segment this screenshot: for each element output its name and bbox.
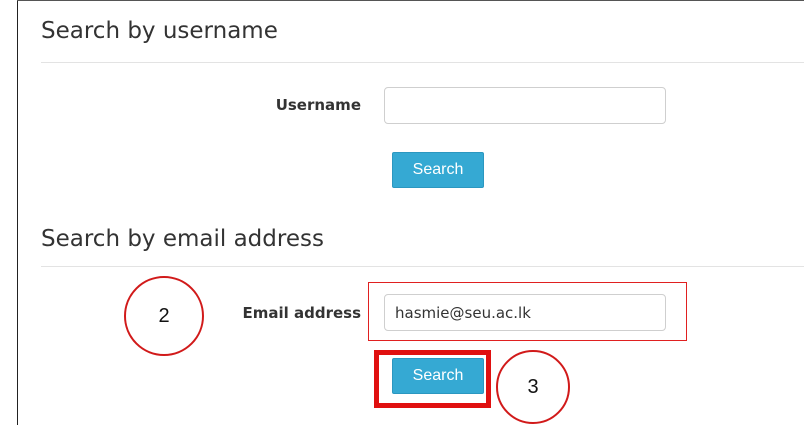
username-section-divider: [41, 62, 804, 63]
step-2-callout: 2: [124, 276, 204, 356]
page-frame-left-border: [17, 0, 18, 425]
username-input[interactable]: [384, 87, 666, 124]
page-frame-top-border: [17, 0, 804, 1]
username-label: Username: [275, 96, 361, 114]
email-input-highlight-box: [368, 282, 687, 341]
email-section-divider: [41, 266, 804, 267]
username-search-button[interactable]: Search: [392, 152, 484, 188]
step-2-number: 2: [158, 304, 170, 327]
step-3-callout: 3: [496, 350, 570, 424]
email-address-label: Email address: [242, 304, 361, 322]
search-button-highlight-box: [374, 350, 491, 408]
email-section-heading: Search by email address: [41, 226, 324, 252]
username-section-heading: Search by username: [41, 18, 278, 44]
step-3-number: 3: [527, 375, 539, 398]
